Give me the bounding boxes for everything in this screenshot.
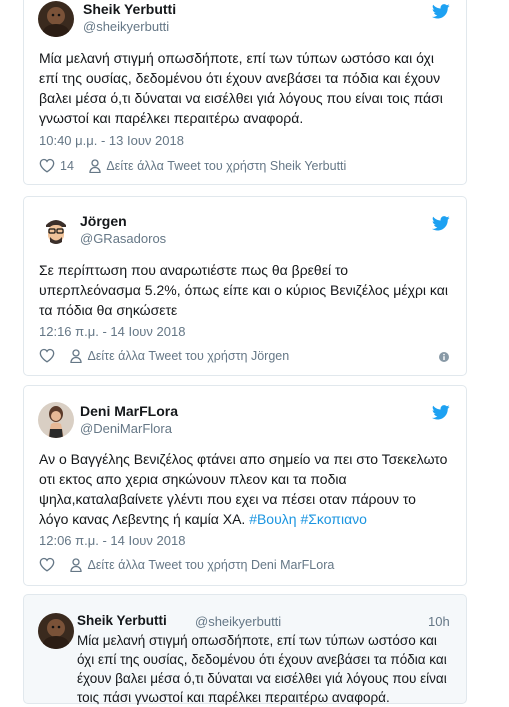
like-button[interactable]: 14: [39, 158, 74, 173]
person-icon: [70, 349, 83, 363]
twitter-bird-icon[interactable]: [432, 216, 450, 231]
author-handle[interactable]: @sheikyerbutti: [195, 614, 281, 629]
more-tweets-label: Δείτε άλλα Tweet του χρήστη Sheik Yerbut…: [106, 158, 347, 173]
tweet-timestamp[interactable]: 12:06 π.μ. - 14 Ιουν 2018: [39, 533, 185, 548]
more-tweets-link[interactable]: Δείτε άλλα Tweet του χρήστη Jörgen: [70, 349, 289, 363]
author-name[interactable]: Sheik Yerbutti: [83, 1, 176, 17]
avatar[interactable]: [38, 613, 74, 649]
tweet-timestamp[interactable]: 10:40 μ.μ. - 13 Ιουν 2018: [39, 133, 184, 148]
compact-tweet[interactable]: Sheik Yerbutti @sheikyerbutti 10h Μία με…: [23, 594, 467, 705]
twitter-bird-icon[interactable]: [432, 4, 450, 19]
tweet-text: Σε περίπτωση που αναρωτιέστε πως θα βρεθ…: [39, 262, 448, 318]
person-icon: [70, 558, 83, 572]
avatar[interactable]: [38, 402, 74, 438]
hashtag-link[interactable]: #Βουλη: [249, 511, 296, 527]
tweet-actions: Δείτε άλλα Tweet του χρήστη Jörgen: [39, 348, 289, 366]
hashtag-link[interactable]: #Σκοπιανο: [300, 511, 367, 527]
tweet-timestamp[interactable]: 12:16 π.μ. - 14 Ιουν 2018: [39, 324, 185, 339]
person-icon: [89, 159, 102, 173]
author-handle[interactable]: @sheikyerbutti: [83, 19, 169, 34]
avatar[interactable]: [38, 213, 74, 249]
more-tweets-label: Δείτε άλλα Tweet του χρήστη Jörgen: [87, 348, 290, 363]
avatar[interactable]: [38, 1, 74, 37]
heart-icon: [39, 159, 55, 173]
tweet-text: Μία μελανή στιγμή οπωσδήποτε, επί των τύ…: [39, 50, 443, 126]
more-tweets-link[interactable]: Δείτε άλλα Tweet του χρήστη Sheik Yerbut…: [89, 159, 346, 173]
twitter-bird-icon[interactable]: [432, 405, 450, 420]
tweet-actions: Δείτε άλλα Tweet του χρήστη Deni MarFLor…: [39, 557, 334, 575]
more-tweets-link[interactable]: Δείτε άλλα Tweet του χρήστη Deni MarFLor…: [70, 558, 334, 572]
tweet-text-body: Αν ο Βαγγέλης Βενιζέλος φτάνει απο σημεί…: [39, 451, 448, 527]
tweet-text: Αν ο Βαγγέλης Βενιζέλος φτάνει απο σημεί…: [39, 449, 449, 529]
author-name[interactable]: Sheik Yerbutti: [77, 613, 167, 628]
tweet-actions: 14 Δείτε άλλα Tweet του χρήστη Sheik Yer…: [39, 158, 346, 176]
heart-icon: [39, 558, 55, 572]
like-count: 14: [60, 158, 74, 173]
tweet-text: Μία μελανή στιγμή οπωσδήποτε, επί των τύ…: [77, 633, 447, 705]
author-handle[interactable]: @GRasadoros: [80, 231, 166, 246]
author-name[interactable]: Jörgen: [80, 213, 127, 229]
like-button[interactable]: [39, 557, 55, 572]
like-button[interactable]: [39, 348, 55, 363]
heart-icon: [39, 349, 55, 363]
more-tweets-label: Δείτε άλλα Tweet του χρήστη Deni MarFLor…: [87, 557, 335, 572]
tweet-relative-time[interactable]: 10h: [428, 614, 450, 629]
info-icon[interactable]: [439, 352, 449, 362]
author-name[interactable]: Deni MarFLora: [80, 403, 178, 419]
author-handle[interactable]: @DeniMarFlora: [80, 421, 172, 436]
tweet-card[interactable]: Sheik Yerbutti @sheikyerbutti Μία μελανή…: [23, 0, 467, 185]
tweet-card[interactable]: Jörgen @GRasadoros Σε περίπτωση που αναρ…: [23, 196, 467, 376]
tweet-card[interactable]: Deni MarFLora @DeniMarFlora Αν ο Βαγγέλη…: [23, 385, 467, 586]
